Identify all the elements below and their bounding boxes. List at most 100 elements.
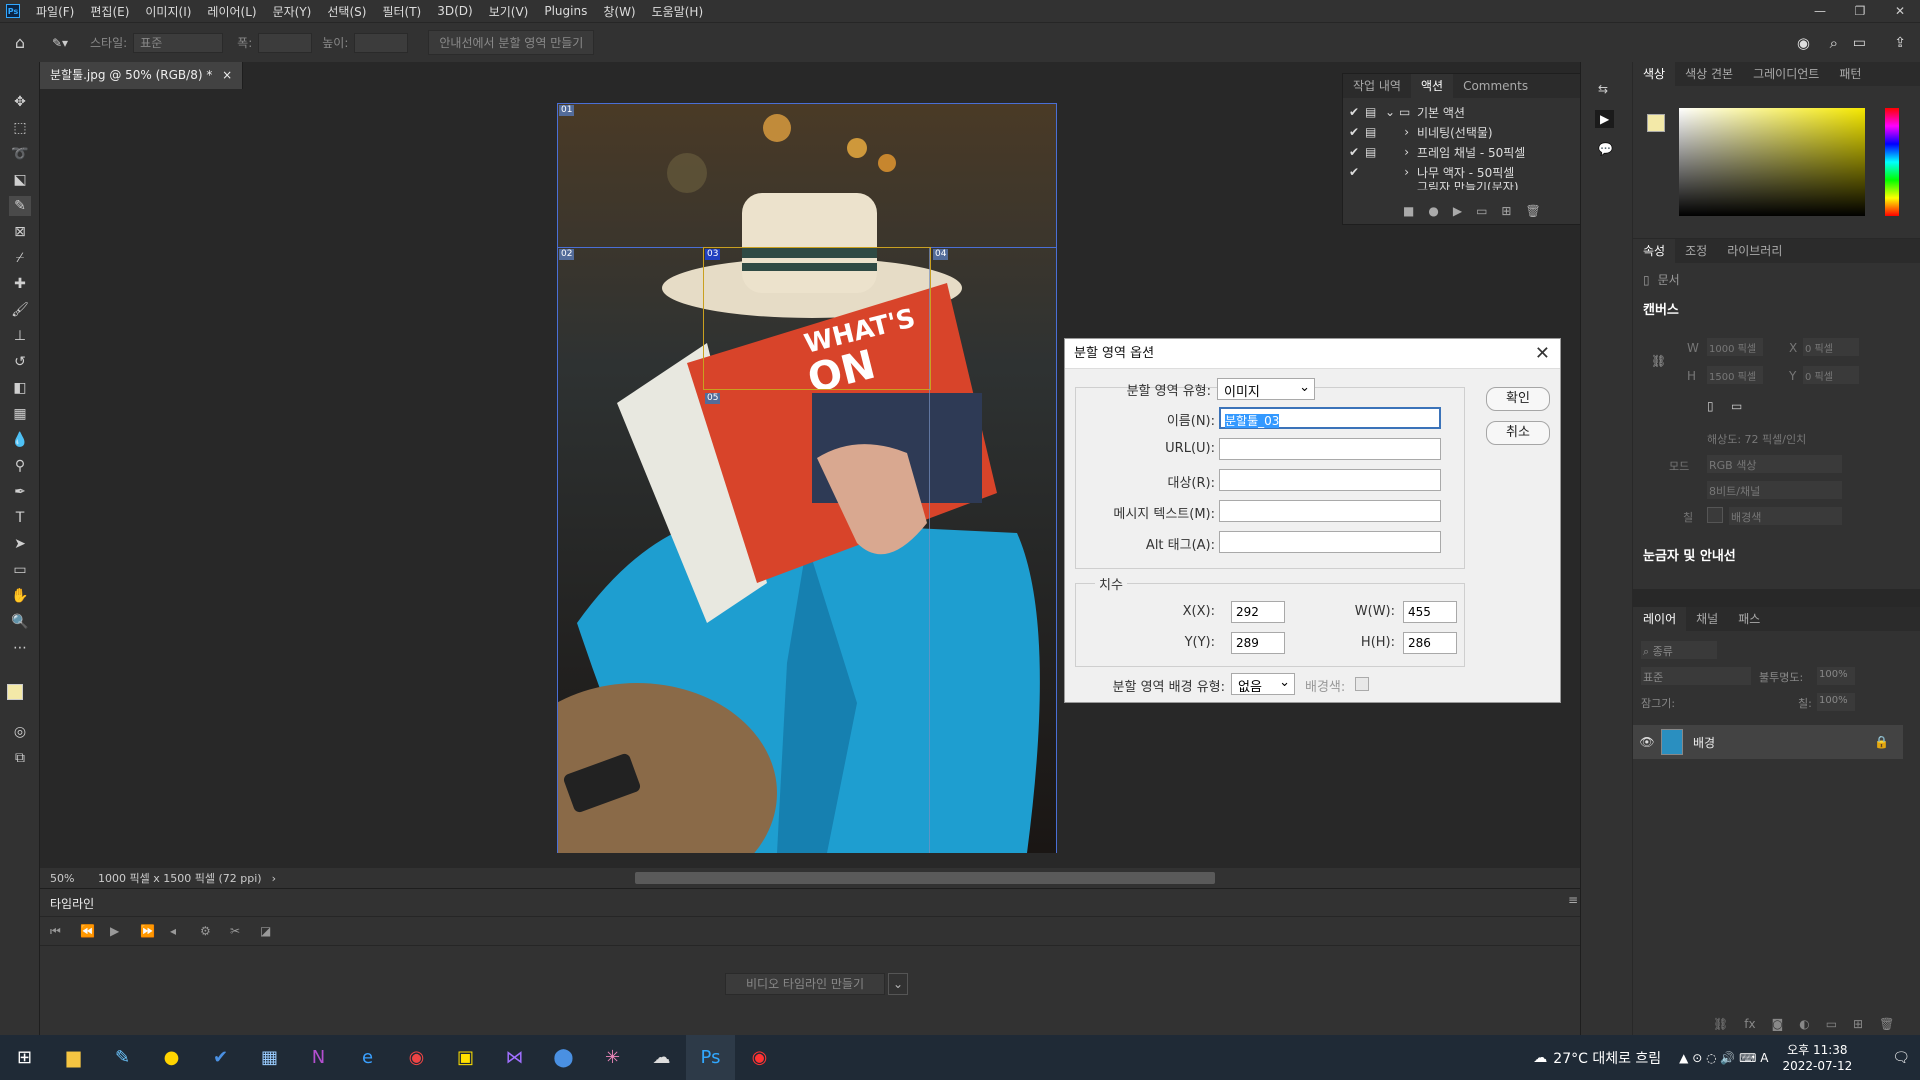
workspace-icon[interactable]: ▭ bbox=[1853, 35, 1866, 51]
screen-mode-icon[interactable]: ⧉ bbox=[9, 748, 31, 768]
check-icon[interactable]: ✔ bbox=[1343, 165, 1365, 179]
home-icon[interactable]: ⌂ bbox=[0, 33, 40, 52]
action-row[interactable]: ✔ › 나무 액자 - 50픽셀 bbox=[1343, 162, 1591, 182]
healing-brush-icon[interactable]: ✚ bbox=[9, 274, 31, 294]
marquee-tool-icon[interactable]: ⬚ bbox=[9, 118, 31, 138]
lock-icon[interactable]: 🔒 bbox=[1874, 735, 1889, 749]
action-row[interactable]: 그림자 만들기(문자) bbox=[1343, 182, 1591, 190]
fill-select[interactable]: 배경색 bbox=[1729, 507, 1842, 525]
eye-icon[interactable]: 👁 bbox=[1633, 735, 1661, 749]
photoshop-taskbar-icon[interactable]: Ps bbox=[686, 1035, 735, 1080]
record-app-icon[interactable]: ◉ bbox=[735, 1035, 784, 1080]
tab-patterns[interactable]: 패턴 bbox=[1829, 62, 1871, 86]
slice-type-select[interactable]: 이미지 ⌄ bbox=[1217, 378, 1315, 400]
action-row[interactable]: ✔ ▤ › 프레임 채널 - 50픽셀 bbox=[1343, 142, 1591, 162]
history-panel-icon[interactable]: ⇆ bbox=[1598, 82, 1608, 96]
slice-tool-icon[interactable]: ✎ bbox=[9, 196, 31, 216]
actions-panel-icon[interactable]: ▶ bbox=[1595, 110, 1615, 128]
tray-icons[interactable]: ▲ ⊙ ◌ 🔊 ⌨ A bbox=[1679, 1051, 1768, 1065]
bg-type-select[interactable]: 없음 ⌄ bbox=[1231, 673, 1295, 695]
weather-text[interactable]: 27°C 대체로 흐림 bbox=[1553, 1048, 1661, 1068]
menu-3d[interactable]: 3D(D) bbox=[429, 4, 480, 18]
tab-actions[interactable]: 액션 bbox=[1410, 74, 1454, 98]
app-icon-2[interactable]: ☁ bbox=[637, 1035, 686, 1080]
check-icon[interactable]: ✔ bbox=[1343, 125, 1365, 139]
first-frame-icon[interactable]: ⏮ bbox=[50, 924, 80, 939]
fill-swatch[interactable] bbox=[1707, 507, 1723, 523]
notification-icon[interactable]: 🗨 bbox=[1892, 1050, 1910, 1066]
canvas-section-title[interactable]: 캔버스 bbox=[1643, 299, 1679, 318]
dialog-toggle-icon[interactable]: ▤ bbox=[1365, 145, 1385, 159]
mode-select[interactable]: RGB 색상 bbox=[1707, 455, 1842, 473]
h-field[interactable]: 286 bbox=[1403, 632, 1457, 654]
search-icon[interactable]: ⌕ bbox=[1830, 34, 1838, 52]
hand-tool-icon[interactable]: ✋ bbox=[9, 586, 31, 606]
fill-input[interactable]: 100% bbox=[1817, 693, 1855, 711]
menu-image[interactable]: 이미지(I) bbox=[137, 3, 199, 20]
new-action-icon[interactable]: ⊞ bbox=[1501, 204, 1511, 218]
tab-comments[interactable]: Comments bbox=[1453, 74, 1538, 98]
slices-from-guides-button[interactable]: 안내선에서 분할 영역 만들기 bbox=[428, 30, 595, 55]
check-icon[interactable]: ✔ bbox=[1343, 105, 1365, 119]
delete-layer-icon[interactable]: 🗑 bbox=[1879, 1017, 1894, 1031]
name-field[interactable]: 분할툴_03 bbox=[1219, 407, 1441, 429]
history-brush-icon[interactable]: ↺ bbox=[9, 352, 31, 372]
dodge-tool-icon[interactable]: ⚲ bbox=[9, 456, 31, 476]
minimize-icon[interactable]: — bbox=[1800, 0, 1840, 22]
play-action-icon[interactable]: ▶ bbox=[1453, 204, 1462, 218]
landscape-icon[interactable]: ▭ bbox=[1731, 399, 1742, 413]
blend-mode-select[interactable]: 표준 bbox=[1641, 667, 1751, 685]
app-icon[interactable]: ✎ bbox=[98, 1035, 147, 1080]
message-field[interactable] bbox=[1219, 500, 1441, 522]
foreground-color-swatch[interactable] bbox=[7, 684, 23, 700]
tab-channels[interactable]: 채널 bbox=[1686, 607, 1728, 631]
zoom-tool-icon[interactable]: 🔍 bbox=[9, 612, 31, 632]
windows-start-icon[interactable]: ⊞ bbox=[0, 1035, 49, 1080]
kakaotalk-icon[interactable]: ▣ bbox=[441, 1035, 490, 1080]
slice-tool-preset-icon[interactable]: ✎▾ bbox=[40, 36, 80, 50]
menu-window[interactable]: 창(W) bbox=[595, 3, 643, 20]
panel-menu-icon[interactable]: ≡ bbox=[1568, 893, 1578, 907]
group-icon[interactable]: ▭ bbox=[1826, 1017, 1837, 1031]
stamp-tool-icon[interactable]: ⊥ bbox=[9, 326, 31, 346]
onenote-icon[interactable]: N bbox=[294, 1035, 343, 1080]
adjustment-icon[interactable]: ◐ bbox=[1799, 1017, 1809, 1031]
todo-icon[interactable]: ✔ bbox=[196, 1035, 245, 1080]
gradient-tool-icon[interactable]: ▦ bbox=[9, 404, 31, 424]
document-tab[interactable]: 분할툴.jpg @ 50% (RGB/8) * × bbox=[40, 62, 244, 89]
file-explorer-icon[interactable]: ▆ bbox=[49, 1035, 98, 1080]
x-field[interactable]: 0 픽셀 bbox=[1803, 338, 1859, 356]
portrait-icon[interactable]: ▯ bbox=[1707, 399, 1714, 413]
media-player-icon[interactable]: ● bbox=[147, 1035, 196, 1080]
bits-select[interactable]: 8비트/채널 bbox=[1707, 481, 1842, 499]
alt-field[interactable] bbox=[1219, 531, 1441, 553]
blur-tool-icon[interactable]: 💧 bbox=[9, 430, 31, 450]
tab-color[interactable]: 색상 bbox=[1633, 62, 1676, 86]
object-selection-tool-icon[interactable]: ⬕ bbox=[9, 170, 31, 190]
tab-history[interactable]: 작업 내역 bbox=[1343, 74, 1411, 98]
style-select[interactable]: 표준 bbox=[133, 32, 224, 53]
tab-properties[interactable]: 속성 bbox=[1633, 239, 1676, 263]
play-icon[interactable]: ▶ bbox=[110, 924, 140, 938]
clock[interactable]: 오후 11:38 2022-07-12 bbox=[1782, 1042, 1852, 1074]
rectangle-tool-icon[interactable]: ▭ bbox=[9, 560, 31, 580]
menu-select[interactable]: 선택(S) bbox=[319, 3, 374, 20]
type-tool-icon[interactable]: T bbox=[9, 508, 31, 528]
fx-icon[interactable]: fx bbox=[1744, 1017, 1755, 1031]
trash-icon[interactable]: 🗑 bbox=[1525, 204, 1540, 218]
action-set-row[interactable]: ✔ ▤ ⌄ ▭ 기본 액션 bbox=[1343, 102, 1591, 122]
profile-icon[interactable]: ◉ bbox=[1797, 34, 1810, 52]
transition-icon[interactable]: ◪ bbox=[260, 924, 290, 938]
eraser-tool-icon[interactable]: ◧ bbox=[9, 378, 31, 398]
layer-row[interactable]: 👁 배경 🔒 bbox=[1633, 725, 1903, 759]
settings-icon[interactable]: ⚙ bbox=[200, 924, 230, 938]
menu-plugins[interactable]: Plugins bbox=[536, 4, 595, 18]
layer-name[interactable]: 배경 bbox=[1693, 734, 1715, 751]
quick-mask-icon[interactable]: ◎ bbox=[9, 722, 31, 742]
dropdown-chevron-icon[interactable]: ⌄ bbox=[888, 973, 908, 995]
menu-help[interactable]: 도움말(H) bbox=[644, 3, 712, 20]
url-field[interactable] bbox=[1219, 438, 1441, 460]
create-video-timeline-button[interactable]: 비디오 타임라인 만들기 bbox=[725, 973, 885, 995]
menu-file[interactable]: 파일(F) bbox=[28, 3, 82, 20]
pen-tool-icon[interactable]: ✒ bbox=[9, 482, 31, 502]
